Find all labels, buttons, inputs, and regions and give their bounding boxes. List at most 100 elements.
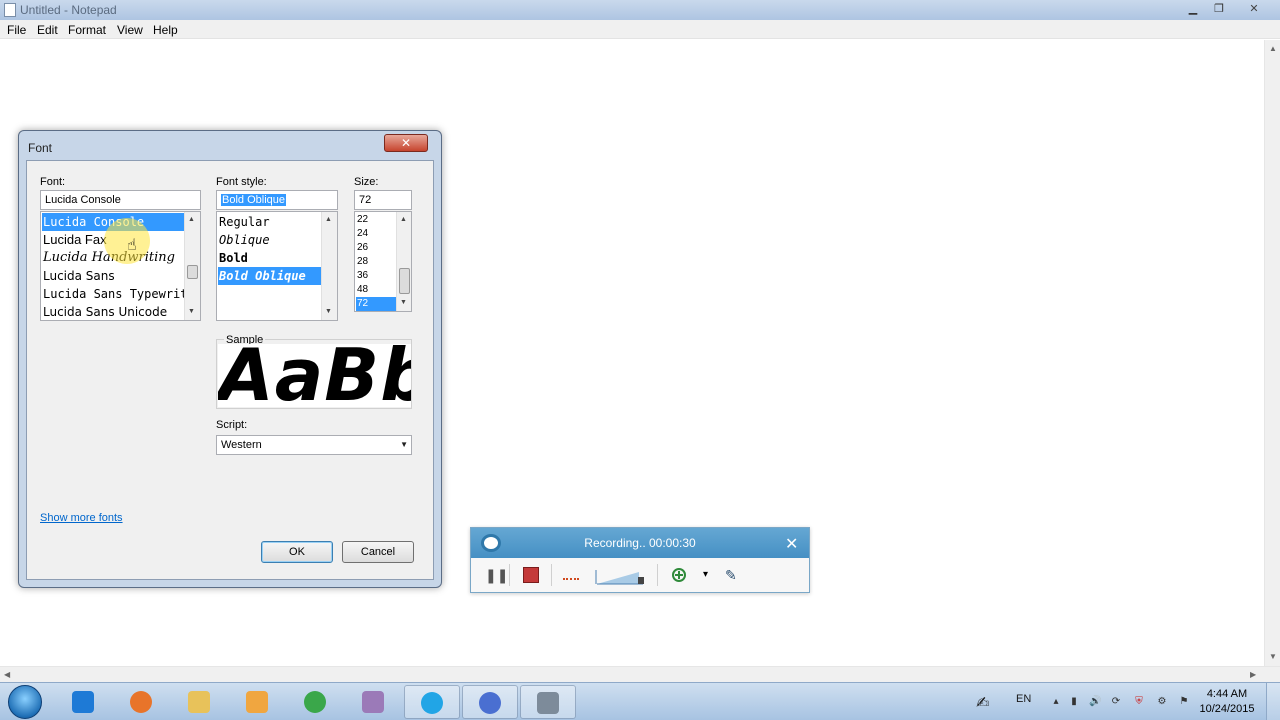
dialog-title: Font <box>28 141 53 155</box>
chrome-icon <box>304 691 326 713</box>
script-label: Script: <box>216 419 248 431</box>
menu-help[interactable]: Help <box>153 23 178 37</box>
font-style-value: Bold Oblique <box>221 194 286 206</box>
size-item[interactable]: 24 <box>356 227 396 241</box>
style-item-bold[interactable]: Bold <box>218 249 321 267</box>
language-indicator[interactable]: EN <box>1016 693 1031 705</box>
skype-icon <box>421 692 443 714</box>
webcam-icon[interactable] <box>563 577 579 580</box>
scroll-up-arrow-icon[interactable]: ▲ <box>188 216 195 223</box>
maximize-button[interactable]: ❐ <box>1206 1 1232 17</box>
taskbar-itunes[interactable] <box>462 685 518 719</box>
close-window-button[interactable]: ✕ <box>1234 1 1274 17</box>
folder-icon <box>188 691 210 713</box>
scroll-left-arrow-icon[interactable]: ◀ <box>4 670 10 679</box>
scroll-thumb[interactable] <box>399 268 410 294</box>
size-item[interactable]: 48 <box>356 283 396 297</box>
font-name-input[interactable]: Lucida Console <box>40 190 201 210</box>
gear-icon[interactable]: ⚙ <box>1156 696 1168 708</box>
start-button[interactable] <box>8 685 42 719</box>
dialog-close-button[interactable]: ✕ <box>384 134 428 152</box>
vertical-scrollbar[interactable]: ▲ ▼ <box>1264 40 1280 666</box>
scroll-up-arrow-icon[interactable]: ▲ <box>1269 44 1277 53</box>
size-item-selected[interactable]: 72 <box>356 297 396 311</box>
style-item-bold-oblique[interactable]: Bold Oblique <box>218 267 321 285</box>
chevron-up-icon[interactable]: ▴ <box>1050 696 1062 708</box>
size-input[interactable]: 72 <box>354 190 412 210</box>
volume-slider[interactable] <box>595 566 647 586</box>
style-item-oblique[interactable]: Oblique <box>218 231 321 249</box>
update-icon[interactable]: ⟳ <box>1110 696 1122 708</box>
scroll-down-arrow-icon[interactable]: ▼ <box>188 308 195 315</box>
taskbar-internet-explorer[interactable] <box>56 685 112 719</box>
size-item[interactable]: 36 <box>356 269 396 283</box>
taskbar-skype[interactable] <box>404 685 460 719</box>
cancel-button[interactable]: Cancel <box>342 541 414 563</box>
size-item[interactable]: 28 <box>356 255 396 269</box>
horizontal-scrollbar[interactable]: ◀ ▶ <box>0 666 1280 682</box>
font-list-scrollbar[interactable]: ▲ ▼ <box>184 212 200 320</box>
script-select[interactable]: Western ▼ <box>216 435 412 455</box>
minimize-button[interactable]: ▁ <box>1180 1 1206 17</box>
pen-icon[interactable]: ✎ <box>725 567 737 584</box>
size-list-scrollbar[interactable]: ▲ ▼ <box>396 212 411 311</box>
volume-icon[interactable]: 🔊 <box>1089 696 1101 708</box>
taskbar-paint[interactable] <box>346 685 402 719</box>
chevron-down-icon[interactable]: ▾ <box>703 569 708 580</box>
system-clock[interactable]: 4:44 AM 10/24/2015 <box>1196 687 1258 717</box>
size-item[interactable]: 26 <box>356 241 396 255</box>
taskbar-file-explorer[interactable] <box>172 685 228 719</box>
taskbar-notepad[interactable] <box>520 685 576 719</box>
pause-button[interactable]: ❚❚ <box>485 567 508 584</box>
size-list[interactable]: 22 24 26 28 36 48 72 ▲ ▼ <box>354 211 412 312</box>
script-value: Western <box>221 439 262 451</box>
notepad-titlebar: Untitled - Notepad ▁ ❐ ✕ <box>0 0 1280 20</box>
font-item-lucida-sans-typewriter[interactable]: Lucida Sans Typewriter <box>42 285 184 303</box>
scroll-up-arrow-icon[interactable]: ▲ <box>400 216 407 223</box>
scroll-down-arrow-icon[interactable]: ▼ <box>325 308 332 315</box>
size-item[interactable]: 22 <box>356 213 396 227</box>
mouse-cursor-icon: ☝ <box>127 237 137 254</box>
sample-preview: AaBbYyZz <box>218 344 411 407</box>
stop-button[interactable] <box>523 567 539 583</box>
ok-button[interactable]: OK <box>261 541 333 563</box>
screen-recorder-widget: Recording.. 00:00:30 ✕ ❚❚ ▾ ✎ <box>470 527 810 593</box>
font-item-lucida-sans[interactable]: Lucida Sans <box>42 267 184 285</box>
pen-tablet-icon[interactable]: ✍ <box>976 693 989 713</box>
security-icon[interactable]: ⛨ <box>1133 696 1145 708</box>
separator <box>657 564 658 586</box>
recording-status: Recording.. 00:00:30 <box>584 536 696 550</box>
font-style-list[interactable]: Regular Oblique Bold Bold Oblique ▲ ▼ <box>216 211 338 321</box>
separator <box>509 564 510 586</box>
chevron-down-icon: ▼ <box>400 440 408 449</box>
font-style-input[interactable]: Bold Oblique <box>216 190 338 210</box>
scroll-down-arrow-icon[interactable]: ▼ <box>1269 652 1277 661</box>
action-center-icon[interactable]: ⚑ <box>1178 696 1190 708</box>
show-more-fonts-link[interactable]: Show more fonts <box>40 512 123 524</box>
add-effect-icon[interactable] <box>671 567 687 583</box>
font-item-lucida-sans-unicode[interactable]: Lucida Sans Unicode <box>42 303 184 320</box>
paint-palette-icon <box>362 691 384 713</box>
ie-icon <box>72 691 94 713</box>
size-label: Size: <box>354 176 379 188</box>
taskbar-chrome[interactable] <box>288 685 344 719</box>
menu-view[interactable]: View <box>117 23 143 37</box>
taskbar-media-player[interactable] <box>230 685 286 719</box>
taskbar-firefox[interactable] <box>114 685 170 719</box>
font-style-label: Font style: <box>216 176 267 188</box>
scroll-down-arrow-icon[interactable]: ▼ <box>400 299 407 306</box>
style-list-scrollbar[interactable]: ▲ ▼ <box>321 212 337 320</box>
scroll-thumb[interactable] <box>187 265 198 279</box>
scroll-right-arrow-icon[interactable]: ▶ <box>1250 670 1256 679</box>
recorder-close-button[interactable]: ✕ <box>785 534 798 554</box>
separator <box>551 564 552 586</box>
menu-edit[interactable]: Edit <box>37 23 58 37</box>
clock-time: 4:44 AM <box>1206 688 1248 700</box>
show-desktop-button[interactable] <box>1266 683 1280 720</box>
style-item-regular[interactable]: Regular <box>218 213 321 231</box>
menu-format[interactable]: Format <box>68 23 106 37</box>
network-icon[interactable]: ▮ <box>1068 696 1080 708</box>
font-label: Font: <box>40 176 66 188</box>
menu-file[interactable]: File <box>7 23 26 37</box>
scroll-up-arrow-icon[interactable]: ▲ <box>325 216 332 223</box>
